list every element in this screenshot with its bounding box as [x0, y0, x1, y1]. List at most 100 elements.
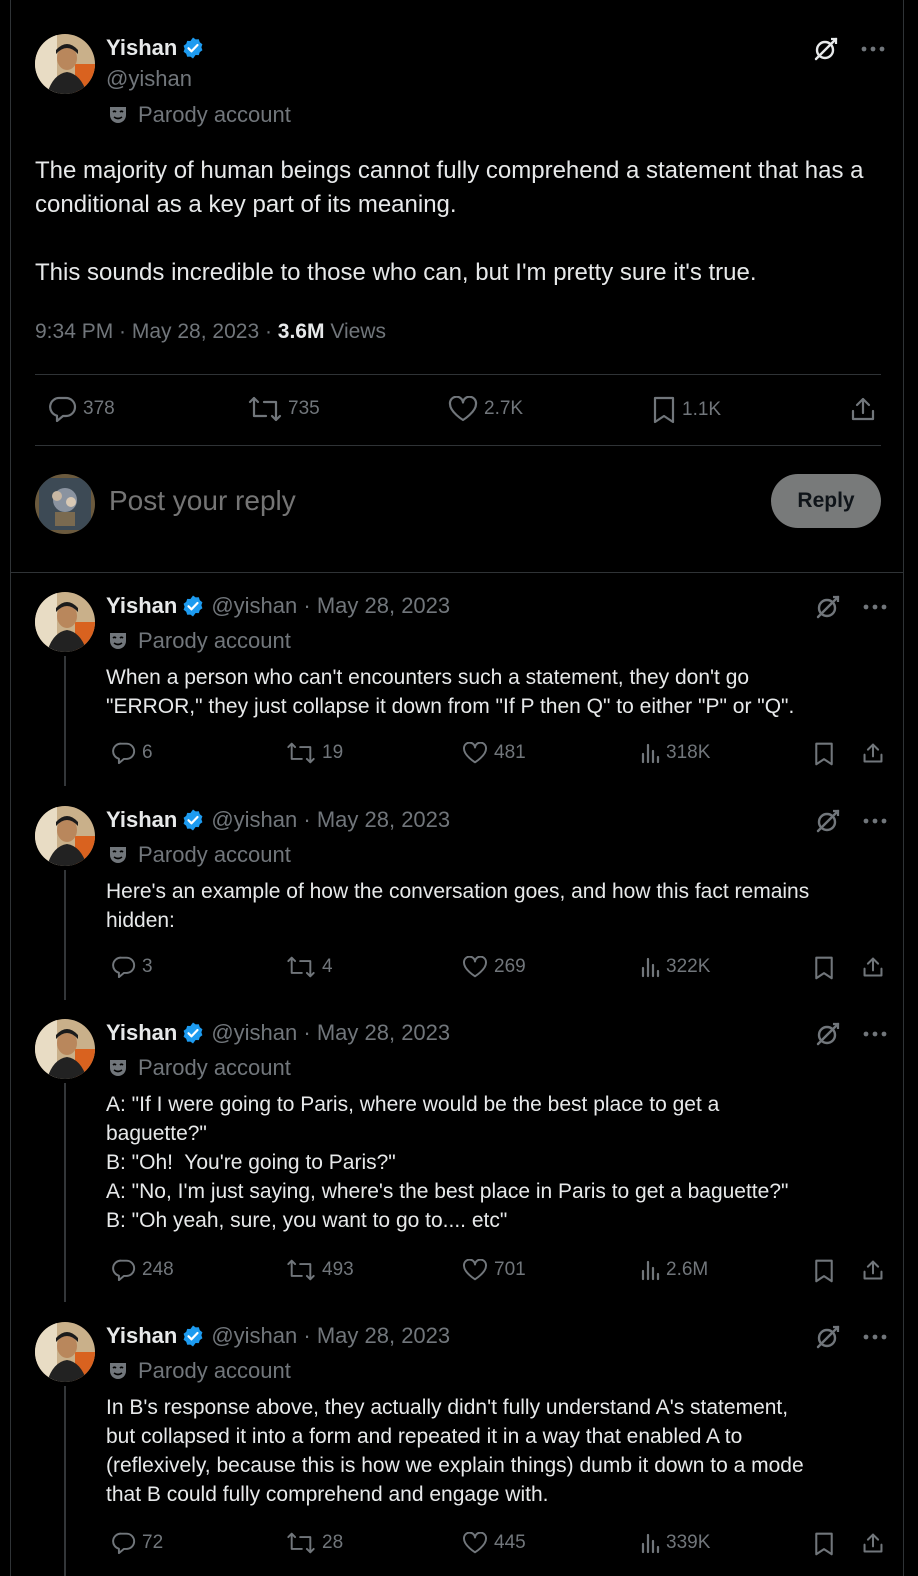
grok-icon[interactable] — [815, 594, 841, 620]
repost-action[interactable]: 493 — [280, 1259, 354, 1281]
repost-icon — [286, 1532, 316, 1554]
reply-action[interactable]: 378 — [43, 396, 115, 422]
verified-badge-icon[interactable] — [181, 808, 205, 832]
share-action[interactable] — [856, 1532, 884, 1554]
repost-action[interactable]: 28 — [280, 1532, 343, 1554]
author-avatar[interactable] — [35, 34, 95, 94]
share-action[interactable] — [856, 742, 884, 764]
reply-action[interactable]: 72 — [106, 1532, 163, 1554]
reply-icon — [112, 956, 136, 978]
reply-date[interactable]: May 28, 2023 — [317, 807, 450, 833]
grok-icon[interactable] — [815, 1021, 841, 1047]
thread-reply: Yishan @yishan · May 28, 2023 Parody acc… — [10, 999, 904, 1302]
views-icon — [640, 956, 660, 978]
grok-icon[interactable] — [815, 1324, 841, 1350]
bookmark-action[interactable] — [807, 1532, 835, 1556]
reply-text-line: When a person who can't encounters such … — [106, 666, 750, 689]
repost-action[interactable]: 735 — [242, 396, 320, 422]
author-name[interactable]: Yishan — [106, 593, 177, 619]
reply-button[interactable]: Reply — [771, 474, 881, 528]
bookmark-action[interactable]: 1.1K — [646, 396, 721, 424]
author-handle[interactable]: @yishan — [211, 807, 297, 833]
bookmark-action[interactable] — [807, 1259, 835, 1283]
author-handle[interactable]: @yishan — [211, 1020, 297, 1046]
repost-icon — [286, 956, 316, 978]
views-action[interactable]: 339K — [634, 1532, 710, 1554]
reply-date[interactable]: May 28, 2023 — [317, 1323, 450, 1349]
more-options-icon[interactable] — [861, 46, 885, 52]
reply-text-line: hidden: — [106, 909, 175, 932]
more-options-icon[interactable] — [863, 1334, 887, 1340]
repost-count: 493 — [322, 1259, 354, 1280]
share-action[interactable] — [856, 1259, 884, 1281]
verified-badge-icon[interactable] — [181, 36, 205, 60]
author-avatar[interactable] — [35, 806, 95, 866]
tweet-thread-page: Yishan @yishan Parody account The majori… — [0, 0, 918, 1576]
repost-action[interactable]: 4 — [280, 956, 333, 978]
reply-count: 248 — [142, 1259, 174, 1280]
reply-date[interactable]: May 28, 2023 — [317, 593, 450, 619]
share-icon — [862, 742, 884, 764]
verified-badge-icon[interactable] — [181, 594, 205, 618]
reply-text-line: that B could fully comprehend and engage… — [106, 1483, 549, 1506]
author-name[interactable]: Yishan — [106, 1020, 177, 1046]
reply-text: In B's response above, they actually did… — [106, 1393, 896, 1509]
current-user-avatar[interactable] — [35, 474, 95, 534]
tweet-meta: 9:34 PM · May 28, 2023 · 3.6M Views — [35, 320, 386, 344]
parody-label-text: Parody account — [138, 102, 291, 127]
reply-icon — [112, 742, 136, 764]
like-action[interactable]: 2.7K — [442, 396, 523, 422]
parody-mask-icon — [108, 105, 128, 125]
more-options-icon[interactable] — [863, 604, 887, 610]
author-handle[interactable]: @yishan — [211, 593, 297, 619]
reply-action[interactable]: 3 — [106, 956, 153, 978]
reply-text-line: In B's response above, they actually did… — [106, 1396, 789, 1419]
more-options-icon[interactable] — [863, 1031, 887, 1037]
views-count: 339K — [666, 1532, 711, 1553]
repost-action[interactable]: 19 — [280, 742, 343, 764]
author-avatar[interactable] — [35, 592, 95, 652]
divider — [35, 445, 881, 446]
repost-icon — [248, 396, 282, 422]
share-action[interactable] — [856, 956, 884, 978]
verified-badge-icon[interactable] — [181, 1021, 205, 1045]
author-name[interactable]: Yishan — [106, 807, 177, 833]
share-action[interactable] — [844, 396, 876, 422]
views-action[interactable]: 322K — [634, 956, 710, 978]
parody-label: Parody account — [108, 842, 291, 868]
reply-date[interactable]: May 28, 2023 — [317, 1020, 450, 1046]
parody-mask-icon — [108, 845, 128, 865]
separator: · — [297, 1323, 317, 1348]
tweet-timestamp[interactable]: 9:34 PM · May 28, 2023 · — [35, 320, 278, 343]
verified-badge-icon[interactable] — [181, 1324, 205, 1348]
reply-input[interactable] — [109, 485, 609, 517]
like-action[interactable]: 445 — [456, 1532, 526, 1554]
reply-text: A: "If I were going to Paris, where woul… — [106, 1090, 896, 1235]
grok-icon[interactable] — [813, 36, 839, 62]
views-icon — [640, 1259, 660, 1281]
like-count: 269 — [494, 956, 526, 977]
like-action[interactable]: 269 — [456, 956, 526, 978]
bookmark-count: 1.1K — [682, 399, 722, 420]
reply-action[interactable]: 6 — [106, 742, 153, 764]
views-count: 318K — [666, 742, 711, 763]
views-count: 2.6M — [666, 1259, 709, 1280]
views-action[interactable]: 318K — [634, 742, 710, 764]
author-handle[interactable]: @yishan — [106, 66, 192, 92]
grok-icon[interactable] — [815, 808, 841, 834]
author-name[interactable]: Yishan — [106, 35, 177, 61]
reply-text: Here's an example of how the conversatio… — [106, 877, 896, 935]
like-action[interactable]: 701 — [456, 1259, 526, 1281]
bookmark-action[interactable] — [807, 956, 835, 980]
views-action[interactable]: 2.6M — [634, 1259, 708, 1281]
reply-action[interactable]: 248 — [106, 1259, 174, 1281]
bookmark-action[interactable] — [807, 742, 835, 766]
author-name[interactable]: Yishan — [106, 1323, 177, 1349]
heart-icon — [448, 396, 478, 422]
author-handle[interactable]: @yishan — [211, 1323, 297, 1349]
author-name-line: Yishan — [106, 35, 205, 61]
author-avatar[interactable] — [35, 1322, 95, 1382]
more-options-icon[interactable] — [863, 818, 887, 824]
like-action[interactable]: 481 — [456, 742, 526, 764]
author-avatar[interactable] — [35, 1019, 95, 1079]
